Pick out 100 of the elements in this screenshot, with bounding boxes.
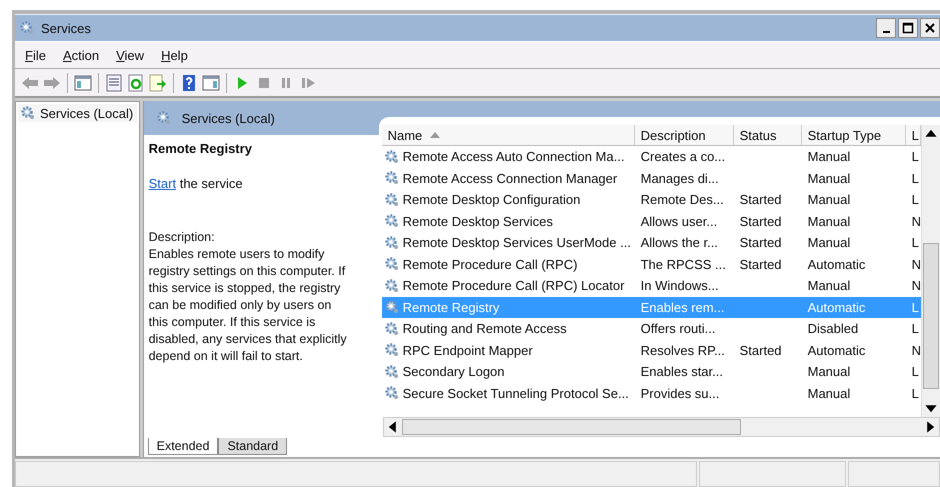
gear-icon (384, 299, 400, 316)
gear-icon (384, 192, 400, 208)
column-header[interactable]: Startup Type (802, 125, 906, 145)
table-cell-text: Automatic (806, 300, 866, 315)
table-cell-text: N (910, 214, 921, 229)
table-cell-text: Manual (806, 235, 852, 250)
table-cell-text: Started (738, 192, 783, 208)
table-cell-text: Started (738, 256, 783, 272)
menu-item[interactable]: File (25, 48, 46, 62)
gear-icon (20, 105, 36, 121)
table-cell: Remote Desktop Configuration (402, 192, 580, 208)
gear-icon (384, 342, 400, 358)
table-cell-text: Disabled (806, 321, 860, 336)
table-cell: Secure Socket Tunneling Protocol Se... (402, 386, 629, 401)
service-row[interactable]: Remote Desktop Configuration Remote Des... Started Manual L (382, 189, 921, 210)
table-cell-text: Remote Des... (640, 192, 725, 208)
table-cell-text: Manual (806, 214, 852, 229)
table-cell-text: In Windows... (640, 278, 720, 294)
table-cell-text: Automatic (806, 342, 866, 358)
menu-item[interactable]: View (116, 48, 144, 62)
table-cell-text: Allows the r... (640, 235, 719, 250)
service-row[interactable]: Remote Desktop Services UserMode ... Allows the r... Started Manual L (382, 232, 921, 254)
refresh-icon[interactable] (127, 74, 145, 92)
service-row[interactable]: Remote Procedure Call (RPC) Locator In Windows... Manual N (382, 275, 921, 296)
horizontal-scrollbar[interactable] (382, 417, 940, 437)
service-row[interactable]: Secure Socket Tunneling Protocol Se... Provides su... Manual L (382, 382, 921, 404)
view-tab[interactable]: Extended (148, 438, 218, 455)
start-link[interactable]: Start (148, 176, 176, 191)
description-label: Description: (148, 229, 216, 246)
table-cell-text: L (910, 386, 920, 401)
table-cell-text: Enables rem... (640, 300, 726, 315)
gear-icon (384, 148, 400, 165)
description-text: Enables remote users to modify registry settings on this computer. If this service is stopped, the registry can be modified only by users on this computer. If this service is disabled, any services that explicitly depend on it will fail to start. (148, 246, 348, 365)
table-cell-text: Manual (806, 278, 852, 294)
close-button[interactable] (920, 18, 940, 38)
gear-icon (384, 213, 400, 230)
table-cell-text: L (910, 235, 920, 250)
table-cell-text: L (910, 192, 920, 208)
table-cell-text: Started (738, 214, 783, 229)
service-row[interactable]: Secondary Logon Enables star... Manual L (382, 361, 921, 382)
table-cell-text: N (910, 278, 921, 294)
table-cell: Remote Registry (402, 300, 500, 315)
vertical-scrollbar[interactable] (921, 125, 940, 417)
export-icon[interactable] (149, 74, 167, 92)
service-row[interactable]: Remote Access Auto Connection Ma... Creates a co... Manual L (382, 146, 921, 168)
service-row[interactable]: RPC Endpoint Mapper Resolves RP... Started Automatic N (382, 340, 921, 361)
help-icon[interactable] (180, 74, 198, 92)
column-header[interactable]: Name (382, 125, 635, 145)
table-cell-text: Manual (806, 192, 852, 208)
table-cell-text: Started (738, 235, 783, 250)
table-cell-text: L (910, 300, 920, 315)
table-cell-text: Creates a co... (640, 149, 726, 164)
service-row[interactable]: Remote Procedure Call (RPC) The RPCSS ... Started Automatic N (382, 254, 921, 275)
service-row[interactable]: Routing and Remote Access Offers routi... Disabled L (382, 318, 921, 340)
table-cell: Remote Desktop Services UserMode ... (402, 235, 631, 250)
gear-icon (156, 110, 172, 126)
gear-icon (384, 385, 400, 402)
gear-icon (384, 234, 400, 251)
close-icon (924, 22, 936, 34)
gear-icon (384, 320, 400, 337)
tree-item[interactable]: Services (Local) (18, 104, 137, 122)
link-text: the service (180, 176, 243, 191)
table-cell-text: Offers routi... (640, 321, 717, 336)
menu-item[interactable]: Action (62, 48, 100, 62)
service-row[interactable]: Remote Access Connection Manager Manages di... Manual L (382, 168, 921, 189)
table-cell: Remote Desktop Services (402, 214, 553, 229)
table-cell-text: L (910, 364, 920, 380)
table-cell: Secondary Logon (402, 364, 505, 380)
maximize-button[interactable] (898, 18, 918, 38)
table-cell-text: L (910, 149, 920, 164)
service-row[interactable]: Remote Desktop Services Allows user... Started Manual N (382, 210, 921, 232)
table-cell: Remote Access Connection Manager (402, 170, 618, 186)
pane-title: Services (Local) (182, 110, 275, 126)
sort-icon (430, 132, 440, 138)
maximize-icon (902, 22, 914, 34)
gear-icon (384, 364, 400, 380)
table-cell-text: Automatic (806, 256, 866, 272)
gear-icon (384, 256, 400, 272)
column-header[interactable]: Description (634, 125, 734, 145)
minimize-icon (882, 31, 890, 33)
table-cell-text: Started (738, 342, 783, 358)
table-cell-text: L (910, 321, 920, 336)
table-cell-text: Resolves RP... (640, 342, 726, 358)
column-header[interactable]: Status (734, 125, 802, 145)
view-tab[interactable]: Standard (218, 438, 288, 455)
minimize-button[interactable] (876, 18, 896, 38)
table-cell-text: L (910, 170, 920, 186)
table-cell-text: N (910, 256, 921, 272)
table-cell: Routing and Remote Access (402, 321, 567, 336)
table-cell-text: Allows user... (640, 214, 718, 229)
table-cell-text: The RPCSS ... (640, 256, 727, 272)
gear-icon (384, 170, 400, 186)
gear-icon (19, 20, 35, 36)
menu-item[interactable]: Help (161, 48, 188, 62)
table-cell-text: Manual (806, 386, 852, 401)
table-cell: RPC Endpoint Mapper (402, 342, 533, 358)
properties-icon[interactable] (105, 74, 123, 92)
table-cell-text: Manual (806, 364, 852, 380)
table-cell: Remote Access Auto Connection Ma... (402, 149, 624, 164)
table-cell-text: Manual (806, 149, 852, 164)
